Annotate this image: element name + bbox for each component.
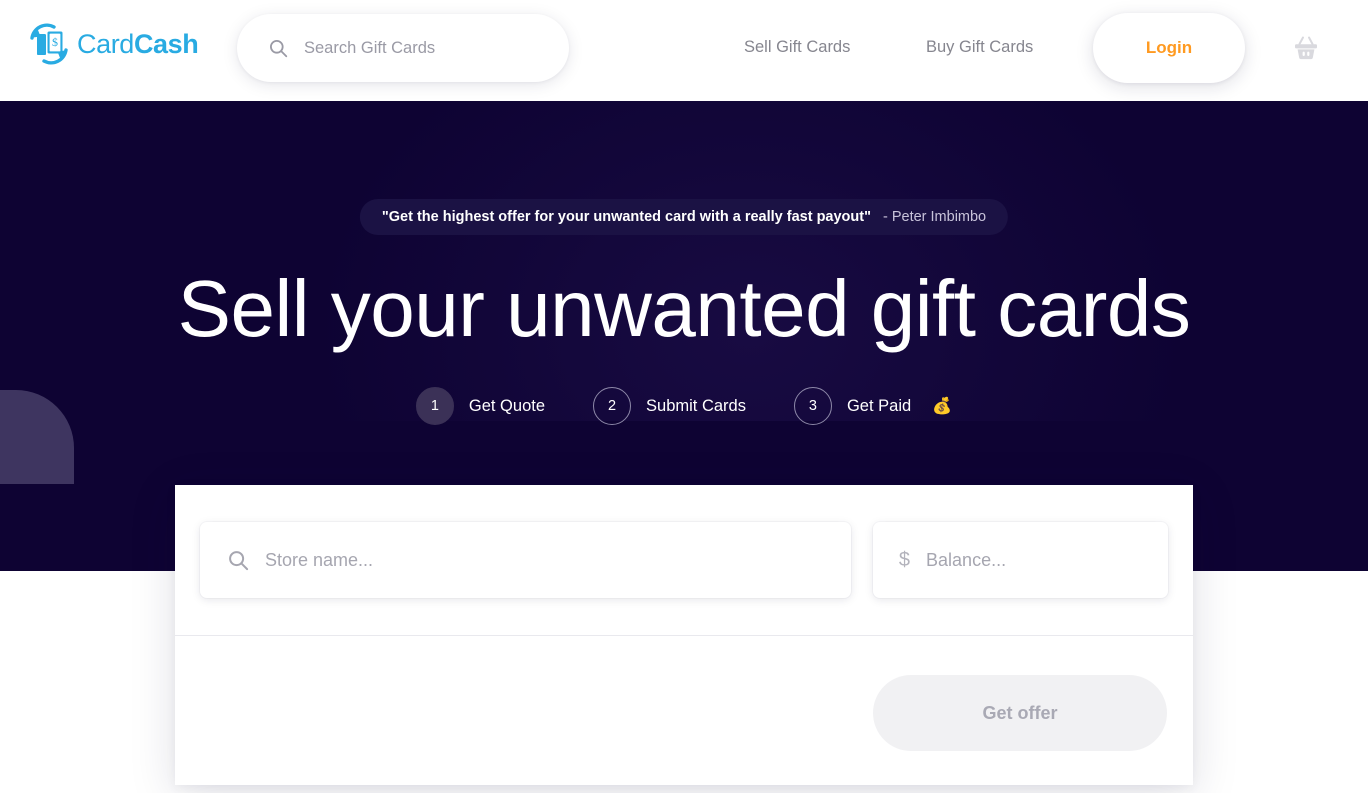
site-header: $ CardCash Sell Gift Cards Buy Gift Card… [0,0,1368,101]
step-label: Submit Cards [646,396,746,415]
testimonial-quote: "Get the highest offer for your unwanted… [359,199,1009,235]
cart-button[interactable] [1290,32,1322,64]
step-submit-cards[interactable]: 2 Submit Cards [593,387,746,425]
balance-field[interactable]: $ [872,522,1168,598]
svg-text:$: $ [52,35,58,49]
balance-input[interactable] [926,549,1168,571]
step-number: 1 [415,387,454,425]
search-icon [269,39,288,57]
search-input[interactable] [304,38,534,58]
store-name-input[interactable] [265,549,851,571]
step-label: Get Quote [468,396,546,415]
store-name-field[interactable] [200,522,851,598]
form-divider [175,635,1193,636]
step-number: 3 [793,387,832,425]
logo[interactable]: $ CardCash [28,22,199,66]
nav-buy-gift-cards[interactable]: Buy Gift Cards [926,38,1033,57]
quote-author: - Peter Imbimbo [882,209,987,225]
logo-brand-light: Card [77,28,134,59]
dollar-sign-icon: $ [898,549,911,571]
get-offer-button[interactable]: Get offer [873,675,1167,751]
header-search-box[interactable] [237,14,569,82]
shopping-basket-icon [1295,36,1317,60]
quote-form-fields-row: $ [175,485,1193,635]
page-root: $ CardCash Sell Gift Cards Buy Gift Card… [0,0,1368,793]
logo-wordmark: CardCash [77,28,199,59]
search-icon [228,550,249,571]
quote-text: "Get the highest offer for your unwanted… [381,209,871,225]
money-bag-icon: 💰 [932,398,953,415]
cardcash-logo-icon: $ [30,23,68,65]
step-get-paid[interactable]: 3 Get Paid 💰 [793,387,953,425]
login-button[interactable]: Login [1093,13,1245,83]
step-get-quote[interactable]: 1 Get Quote [415,387,546,425]
step-label: Get Paid [846,396,912,415]
nav-sell-gift-cards[interactable]: Sell Gift Cards [744,38,850,57]
step-number: 2 [593,387,632,425]
steps-progress: 1 Get Quote 2 Submit Cards 3 Get Paid 💰 [0,387,1368,425]
logo-brand-bold: Cash [133,28,199,59]
quote-form-card: $ Get offer [175,485,1193,785]
page-title: Sell your unwanted gift cards [177,264,1191,353]
